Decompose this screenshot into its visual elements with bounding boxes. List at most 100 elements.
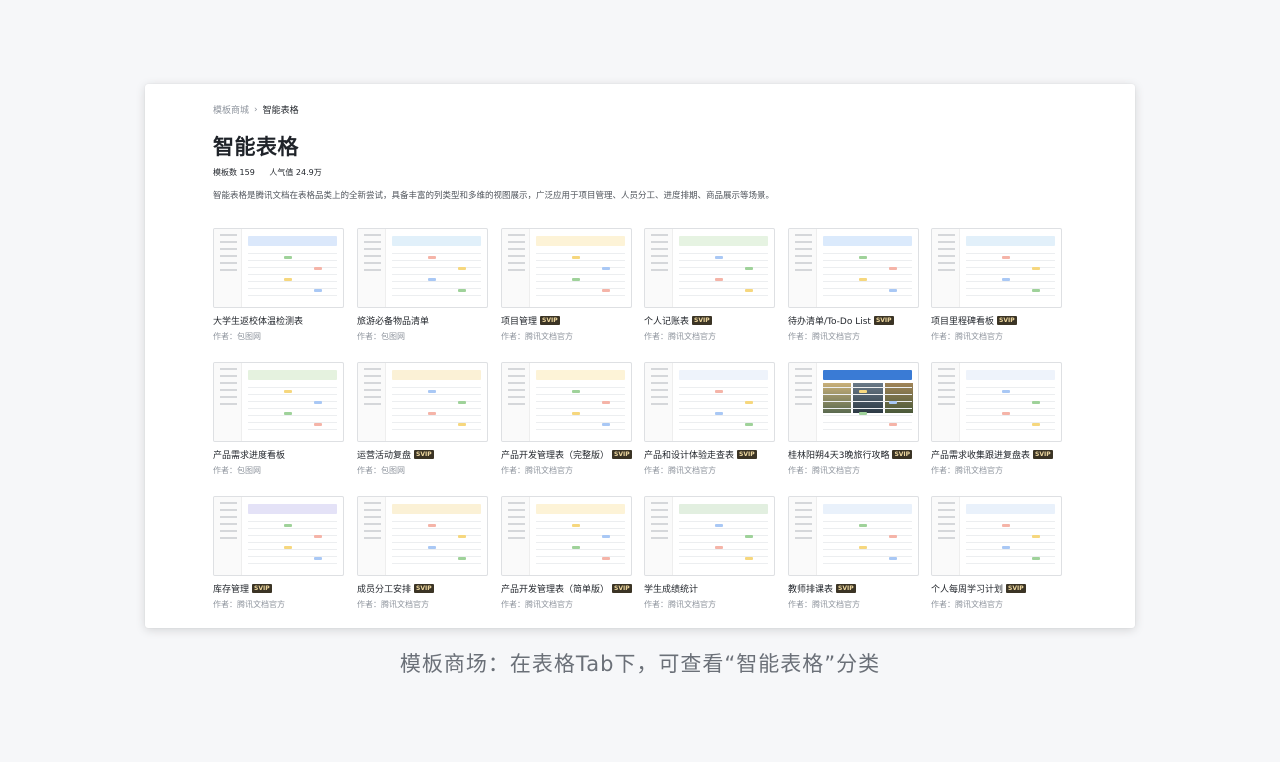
template-item[interactable]: 个人记账表 SVIP 作者：腾讯文档官方 bbox=[644, 228, 775, 341]
template-author: 作者：腾讯文档官方 bbox=[501, 466, 573, 475]
template-name[interactable]: 成员分工安排 SVIP bbox=[357, 582, 488, 595]
chevron-right-icon: › bbox=[254, 104, 258, 115]
template-thumbnail[interactable] bbox=[644, 362, 775, 442]
template-item[interactable]: 产品开发管理表（简单版） SVIP 作者：腾讯文档官方 bbox=[501, 496, 632, 609]
svip-badge: SVIP bbox=[692, 316, 712, 325]
template-item[interactable]: 产品和设计体验走查表 SVIP 作者：腾讯文档官方 bbox=[644, 362, 775, 475]
template-thumbnail[interactable] bbox=[501, 496, 632, 576]
template-name[interactable]: 教师排课表 SVIP bbox=[788, 582, 919, 595]
svip-badge: SVIP bbox=[612, 450, 632, 459]
template-author: 作者：包图网 bbox=[213, 332, 261, 341]
template-item[interactable]: 库存管理 SVIP 作者：腾讯文档官方 bbox=[213, 496, 344, 609]
template-thumbnail[interactable] bbox=[644, 496, 775, 576]
template-thumbnail[interactable] bbox=[501, 228, 632, 308]
template-name-text[interactable]: 大学生返校体温检测表 bbox=[213, 314, 303, 327]
template-name[interactable]: 产品开发管理表（简单版） SVIP bbox=[501, 582, 632, 595]
template-name[interactable]: 产品需求收集跟进复盘表 SVIP bbox=[931, 448, 1062, 461]
template-name-text[interactable]: 桂林阳朔4天3晚旅行攻略 bbox=[788, 448, 889, 461]
template-name-text[interactable]: 成员分工安排 bbox=[357, 582, 411, 595]
template-item[interactable]: 产品开发管理表（完整版） SVIP 作者：腾讯文档官方 bbox=[501, 362, 632, 475]
template-name-text[interactable]: 产品和设计体验走查表 bbox=[644, 448, 734, 461]
template-author: 作者：腾讯文档官方 bbox=[501, 332, 573, 341]
svip-badge: SVIP bbox=[997, 316, 1017, 325]
template-thumbnail[interactable] bbox=[357, 496, 488, 576]
svip-badge: SVIP bbox=[1033, 450, 1053, 459]
template-thumbnail[interactable] bbox=[931, 362, 1062, 442]
template-name-text[interactable]: 待办清单/To-Do List bbox=[788, 314, 871, 327]
template-name-text[interactable]: 学生成绩统计 bbox=[644, 582, 698, 595]
template-name-text[interactable]: 产品开发管理表（完整版） bbox=[501, 448, 609, 461]
template-author: 作者：腾讯文档官方 bbox=[788, 600, 860, 609]
template-author: 作者：腾讯文档官方 bbox=[357, 600, 429, 609]
template-thumbnail[interactable] bbox=[501, 362, 632, 442]
template-name[interactable]: 产品开发管理表（完整版） SVIP bbox=[501, 448, 632, 461]
svip-badge: SVIP bbox=[892, 450, 913, 459]
template-name[interactable]: 学生成绩统计 bbox=[644, 582, 775, 595]
template-name-text[interactable]: 项目管理 bbox=[501, 314, 537, 327]
template-item[interactable]: 项目里程碑看板 SVIP 作者：腾讯文档官方 bbox=[931, 228, 1062, 341]
template-author: 作者：腾讯文档官方 bbox=[644, 332, 716, 341]
template-item[interactable]: 产品需求进度看板 作者：包图网 bbox=[213, 362, 344, 475]
svip-badge: SVIP bbox=[737, 450, 757, 459]
template-item[interactable]: 运营活动复盘 SVIP 作者：包图网 bbox=[357, 362, 488, 475]
template-name[interactable]: 产品需求进度看板 bbox=[213, 448, 344, 461]
svip-badge: SVIP bbox=[873, 316, 894, 325]
template-thumbnail[interactable] bbox=[788, 362, 919, 442]
template-thumbnail[interactable] bbox=[357, 228, 488, 308]
template-item[interactable]: 教师排课表 SVIP 作者：腾讯文档官方 bbox=[788, 496, 919, 609]
template-item[interactable]: 大学生返校体温检测表作者：包图网 bbox=[213, 228, 344, 341]
page-meta: 模板数 159 人气值 24.9万 bbox=[213, 167, 322, 178]
template-thumbnail[interactable] bbox=[931, 228, 1062, 308]
template-name[interactable]: 项目里程碑看板 SVIP bbox=[931, 314, 1062, 327]
template-thumbnail[interactable] bbox=[788, 496, 919, 576]
template-name-text[interactable]: 库存管理 bbox=[213, 582, 249, 595]
template-author: 作者：腾讯文档官方 bbox=[788, 332, 860, 341]
template-item[interactable]: 产品需求收集跟进复盘表 SVIP 作者：腾讯文档官方 bbox=[931, 362, 1062, 475]
svip-badge: SVIP bbox=[836, 584, 856, 593]
template-name[interactable]: 运营活动复盘 SVIP bbox=[357, 448, 488, 461]
template-item[interactable]: 成员分工安排 SVIP 作者：腾讯文档官方 bbox=[357, 496, 488, 609]
svip-badge: SVIP bbox=[1006, 584, 1026, 593]
template-thumbnail[interactable] bbox=[213, 362, 344, 442]
template-item[interactable]: 学生成绩统计 作者：腾讯文档官方 bbox=[644, 496, 775, 609]
template-item[interactable]: 旅游必备物品清单 作者：包图网 bbox=[357, 228, 488, 341]
template-name[interactable]: 项目管理 SVIP bbox=[501, 314, 632, 327]
template-author: 作者：腾讯文档官方 bbox=[644, 466, 716, 475]
breadcrumb-parent-link[interactable]: 模板商城 bbox=[213, 103, 249, 116]
breadcrumb: 模板商城 › 智能表格 bbox=[213, 103, 299, 117]
template-name-text[interactable]: 产品开发管理表（简单版） bbox=[501, 582, 609, 595]
template-name[interactable]: 库存管理 SVIP bbox=[213, 582, 344, 595]
template-name[interactable]: 个人每周学习计划 SVIP bbox=[931, 582, 1062, 595]
template-name[interactable]: 桂林阳朔4天3晚旅行攻略 SVIP bbox=[788, 448, 919, 461]
template-name-text[interactable]: 产品需求进度看板 bbox=[213, 448, 285, 461]
template-name-text[interactable]: 旅游必备物品清单 bbox=[357, 314, 429, 327]
template-name[interactable]: 个人记账表 SVIP bbox=[644, 314, 775, 327]
svip-badge: SVIP bbox=[414, 584, 434, 593]
template-item[interactable]: 待办清单/To-Do List SVIP 作者：腾讯文档官方 bbox=[788, 228, 919, 341]
popularity-count: 人气值 24.9万 bbox=[269, 168, 322, 177]
svip-badge: SVIP bbox=[540, 316, 560, 325]
template-item[interactable]: 项目管理 SVIP 作者：腾讯文档官方 bbox=[501, 228, 632, 341]
template-name-text[interactable]: 个人每周学习计划 bbox=[931, 582, 1003, 595]
template-name[interactable]: 旅游必备物品清单 bbox=[357, 314, 488, 327]
template-name-text[interactable]: 产品需求收集跟进复盘表 bbox=[931, 448, 1030, 461]
template-card-panel: 模板商城 › 智能表格 智能表格 模板数 159 人气值 24.9万 智能表格是… bbox=[145, 84, 1135, 628]
template-name-text[interactable]: 项目里程碑看板 bbox=[931, 314, 994, 327]
template-thumbnail[interactable] bbox=[357, 362, 488, 442]
template-name[interactable]: 待办清单/To-Do List SVIP bbox=[788, 314, 919, 327]
template-name[interactable]: 产品和设计体验走查表 SVIP bbox=[644, 448, 775, 461]
template-name[interactable]: 大学生返校体温检测表 bbox=[213, 314, 344, 327]
template-thumbnail[interactable] bbox=[213, 496, 344, 576]
template-author: 作者：腾讯文档官方 bbox=[931, 466, 1003, 475]
template-author: 作者：腾讯文档官方 bbox=[931, 332, 1003, 341]
template-author: 作者：腾讯文档官方 bbox=[931, 600, 1003, 609]
template-thumbnail[interactable] bbox=[644, 228, 775, 308]
template-name-text[interactable]: 运营活动复盘 bbox=[357, 448, 411, 461]
template-name-text[interactable]: 个人记账表 bbox=[644, 314, 689, 327]
template-thumbnail[interactable] bbox=[788, 228, 919, 308]
template-item[interactable]: 个人每周学习计划 SVIP 作者：腾讯文档官方 bbox=[931, 496, 1062, 609]
template-thumbnail[interactable] bbox=[931, 496, 1062, 576]
template-name-text[interactable]: 教师排课表 bbox=[788, 582, 833, 595]
template-thumbnail[interactable] bbox=[213, 228, 344, 308]
template-item[interactable]: 桂林阳朔4天3晚旅行攻略 SVIP 作者：腾讯文档官方 bbox=[788, 362, 919, 475]
